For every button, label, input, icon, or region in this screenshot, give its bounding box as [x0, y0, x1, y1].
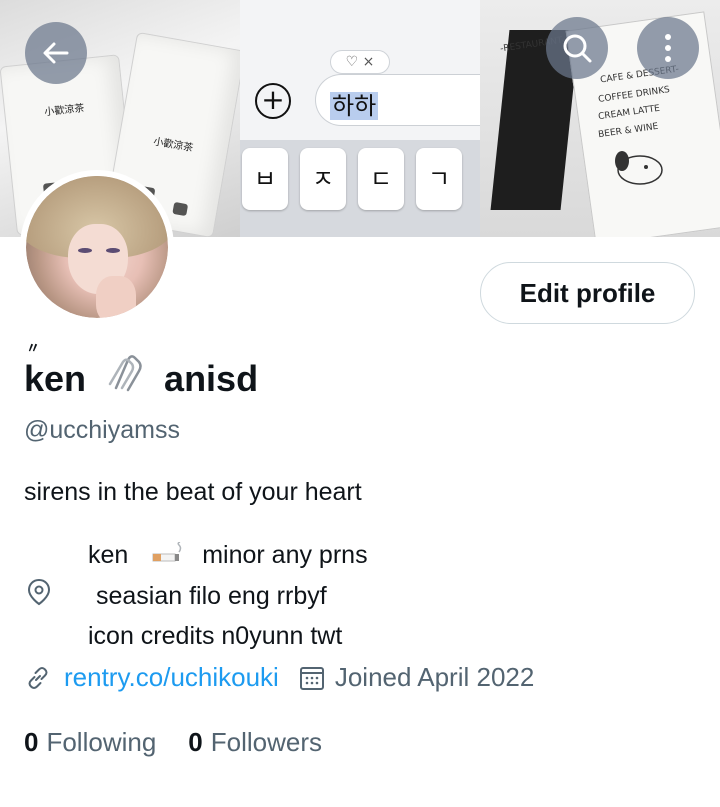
display-name-last: anisd — [164, 357, 259, 399]
following-link[interactable]: 0 Following — [24, 727, 156, 758]
pouch-label: 小歡涼茶 — [43, 103, 85, 119]
plus-icon: + — [255, 83, 291, 119]
avatar[interactable] — [20, 170, 174, 324]
follow-stats: 0 Following 0 Followers — [24, 727, 322, 758]
following-label: Following — [46, 727, 157, 757]
link-icon — [28, 666, 48, 689]
paperclip-icon — [106, 354, 146, 403]
display-name: ken anisd — [24, 354, 258, 403]
cigarette-icon — [151, 536, 185, 576]
back-button[interactable] — [25, 22, 87, 84]
joined-date: Joined April 2022 — [334, 662, 535, 692]
more-vertical-icon — [665, 34, 671, 62]
website-link[interactable]: rentry.co/uchikouki — [64, 662, 279, 693]
more-button[interactable] — [637, 17, 699, 79]
followers-count: 0 — [188, 727, 203, 757]
bio-text: sirens in the beat of your heart — [24, 478, 362, 506]
location-line: icon credits n0yunn twt — [88, 622, 343, 651]
keyboard-key: ㅈ — [300, 148, 346, 210]
dog-doodle-icon — [615, 151, 663, 185]
keyboard-suggestion: ♡ × — [330, 50, 390, 74]
banner-photo-keyboard: ♡ × + 하하 ㅂ ㅈ ㄷ ㄱ — [240, 0, 480, 237]
arrow-left-icon — [43, 42, 69, 64]
keyboard-area: ㅂ ㅈ ㄷ ㄱ — [240, 140, 480, 237]
followers-link[interactable]: 0 Followers — [188, 727, 322, 758]
edit-profile-button[interactable]: Edit profile — [480, 262, 695, 324]
display-name-first: ken — [24, 357, 87, 399]
avatar-image — [26, 176, 168, 318]
keyboard-key: ㅂ — [242, 148, 288, 210]
location-icon — [27, 578, 51, 606]
followers-label: Followers — [210, 727, 323, 757]
location-text: ken minor any prns seasian filo eng rrby… — [88, 535, 368, 656]
following-count: 0 — [24, 727, 39, 757]
calendar-icon — [299, 666, 324, 690]
location-line: seasian filo eng rrbyf — [96, 582, 327, 611]
location-line: ken minor any prns — [88, 535, 368, 576]
user-handle: @ucchiyamss — [24, 416, 180, 444]
search-icon — [563, 34, 592, 63]
profile-meta: rentry.co/uchikouki Joined April 2022 — [24, 662, 534, 693]
typed-text: 하하 — [330, 92, 379, 120]
keyboard-key: ㄱ — [416, 148, 462, 210]
search-button[interactable] — [546, 17, 608, 79]
keyboard-key: ㄷ — [358, 148, 404, 210]
pouch-label: 小歡涼茶 — [152, 136, 194, 155]
